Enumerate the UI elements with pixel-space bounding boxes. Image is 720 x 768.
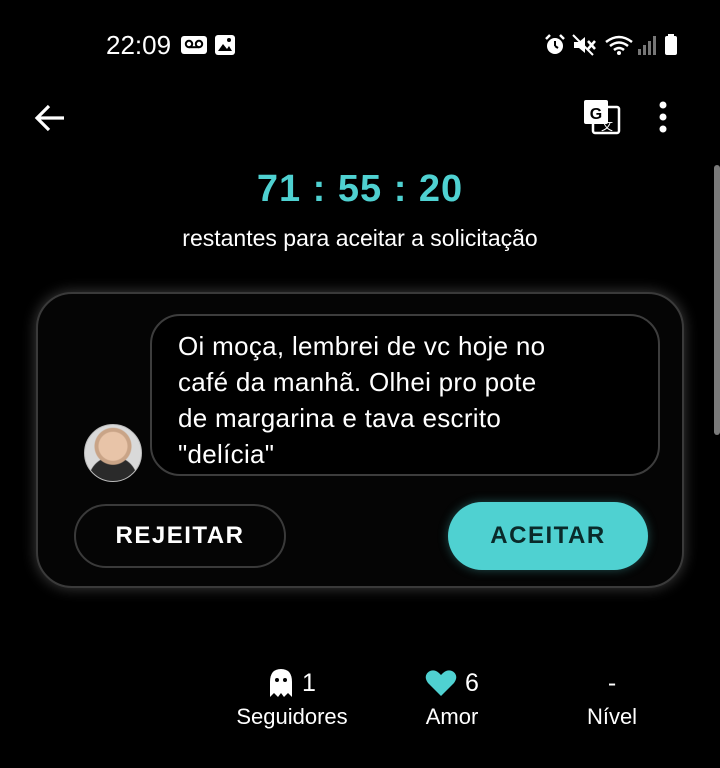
stat-followers-value: 1 (302, 668, 316, 697)
avatar[interactable] (84, 424, 142, 482)
countdown-timer: 71 : 55 : 20 (256, 168, 464, 210)
app-bar: G 文 (0, 90, 720, 146)
accept-button[interactable]: ACEITAR (448, 502, 648, 570)
stat-followers-label: Seguidores (236, 704, 348, 729)
image-icon (215, 35, 235, 55)
stat-love[interactable]: 6 Amor (372, 664, 532, 730)
stat-level-value: - (607, 668, 617, 697)
mute-icon (572, 34, 596, 56)
stat-level[interactable]: - Nível (532, 664, 692, 730)
status-time: 22:09 (106, 30, 172, 60)
ghost-icon (270, 669, 293, 697)
status-bar: 22:09 (0, 0, 720, 90)
signal-icon (638, 36, 656, 55)
more-vertical-icon (659, 101, 667, 133)
wifi-icon (605, 35, 633, 55)
voicemail-icon (181, 36, 207, 54)
arrow-left-icon (34, 104, 64, 132)
stat-followers[interactable]: 1 Seguidores (212, 664, 372, 730)
message-bubble: Oi moça, lembrei de vc hoje no café da m… (150, 314, 660, 476)
translate-button[interactable]: G 文 (580, 96, 622, 138)
reject-button[interactable]: REJEITAR (74, 504, 286, 568)
heart-icon (425, 670, 457, 696)
alarm-icon (545, 34, 565, 54)
back-button[interactable] (28, 98, 72, 138)
profile-stats: 1 Seguidores 6 Amor - Nível (0, 664, 720, 744)
countdown-label: restantes para aceitar a solicitação (182, 225, 538, 251)
stat-love-label: Amor (425, 704, 479, 729)
battery-icon (665, 34, 677, 55)
message-request-card: Oi moça, lembrei de vc hoje no café da m… (36, 292, 684, 588)
stat-love-value: 6 (465, 668, 479, 697)
svg-text:文: 文 (601, 118, 613, 133)
stat-level-label: Nível (586, 704, 638, 729)
translate-icon: G 文 (584, 100, 621, 135)
more-options-button[interactable] (648, 96, 678, 138)
